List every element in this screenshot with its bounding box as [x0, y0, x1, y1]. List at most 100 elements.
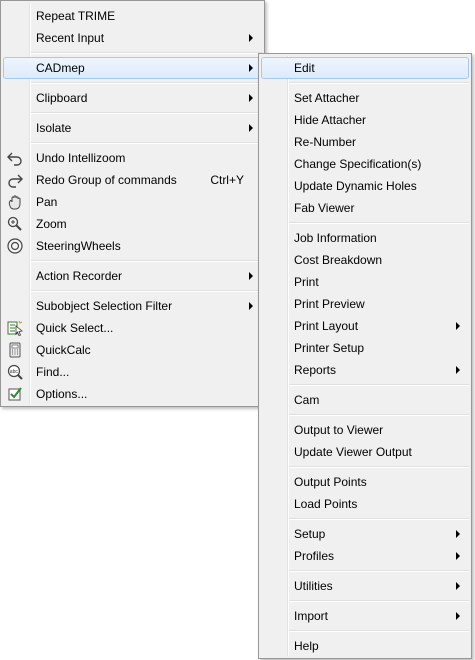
- menu-item-label: Subobject Selection Filter: [36, 299, 173, 313]
- menu-item-label: Cost Breakdown: [294, 253, 383, 267]
- menu-item-label: Undo Intellizoom: [36, 151, 126, 165]
- menu-item-edit[interactable]: Edit: [261, 57, 469, 79]
- menu-item-repeat-trime[interactable]: Repeat TRIME: [3, 5, 262, 27]
- menu-item-utilities[interactable]: Utilities: [261, 575, 469, 597]
- menu-item-label: Fab Viewer: [294, 201, 355, 215]
- separator: [31, 112, 262, 114]
- menu-item-label: Re-Number: [294, 135, 357, 149]
- shortcut-label: Ctrl+Y: [210, 173, 244, 187]
- menu-item-load-points[interactable]: Load Points: [261, 493, 469, 515]
- menu-item-action-recorder[interactable]: Action Recorder: [3, 265, 262, 287]
- menu-item-output-to-viewer[interactable]: Output to Viewer: [261, 419, 469, 441]
- menu-item-label: Change Specification(s): [294, 157, 422, 171]
- menu-item-label: Action Recorder: [36, 269, 123, 283]
- menu-item-zoom[interactable]: Zoom: [3, 213, 262, 235]
- menu-item-label: Quick Select...: [36, 321, 114, 335]
- menu-item-label: Print Preview: [294, 297, 365, 311]
- menu-item-hide-attacher[interactable]: Hide Attacher: [261, 109, 469, 131]
- menu-item-label: Update Viewer Output: [294, 445, 412, 459]
- menu-item-setup[interactable]: Setup: [261, 523, 469, 545]
- menu-item-label: Printer Setup: [294, 341, 365, 355]
- menu-item-recent-input[interactable]: Recent Input: [3, 27, 262, 49]
- separator: [289, 466, 469, 468]
- menu-item-options[interactable]: Options...: [3, 383, 262, 405]
- menu-item-reports[interactable]: Reports: [261, 359, 469, 381]
- menu-item-quickcalc[interactable]: QuickCalc: [3, 339, 262, 361]
- menu-item-cost-breakdown[interactable]: Cost Breakdown: [261, 249, 469, 271]
- menu-item-isolate[interactable]: Isolate: [3, 117, 262, 139]
- menu-item-label: Hide Attacher: [294, 113, 367, 127]
- steering-wheel-icon: [6, 237, 24, 255]
- menu-item-label: Recent Input: [36, 31, 105, 45]
- menu-item-label: Clipboard: [36, 91, 88, 105]
- submenu-arrow-icon: [249, 302, 253, 310]
- menu-item-pan[interactable]: Pan: [3, 191, 262, 213]
- menu-item-find[interactable]: abc Find...: [3, 361, 262, 383]
- menu-item-label: Output to Viewer: [294, 423, 384, 437]
- svg-text:abc: abc: [10, 369, 19, 375]
- separator: [31, 142, 262, 144]
- menu-item-help[interactable]: Help: [261, 635, 469, 657]
- menu-item-label: Import: [294, 609, 329, 623]
- submenu-arrow-icon: [456, 366, 460, 374]
- submenu-arrow-icon: [456, 552, 460, 560]
- menu-item-job-information[interactable]: Job Information: [261, 227, 469, 249]
- menu-item-label: Load Points: [294, 497, 358, 511]
- menu-item-print-layout[interactable]: Print Layout: [261, 315, 469, 337]
- menu-item-output-points[interactable]: Output Points: [261, 471, 469, 493]
- separator: [289, 222, 469, 224]
- menu-item-label: Job Information: [294, 231, 377, 245]
- separator: [289, 82, 469, 84]
- menu-item-label: Isolate: [36, 121, 72, 135]
- menu-item-label: QuickCalc: [36, 343, 91, 357]
- menu-item-label: Update Dynamic Holes: [294, 179, 417, 193]
- menu-item-steeringwheels[interactable]: SteeringWheels: [3, 235, 262, 257]
- separator: [31, 260, 262, 262]
- menu-item-import[interactable]: Import: [261, 605, 469, 627]
- menu-item-set-attacher[interactable]: Set Attacher: [261, 87, 469, 109]
- submenu-arrow-icon: [456, 582, 460, 590]
- menu-item-cam[interactable]: Cam: [261, 389, 469, 411]
- submenu-arrow-icon: [249, 272, 253, 280]
- undo-icon: [6, 149, 24, 167]
- menu-item-label: SteeringWheels: [36, 239, 121, 253]
- menu-item-update-viewer-output[interactable]: Update Viewer Output: [261, 441, 469, 463]
- cadmep-submenu: Edit Set Attacher Hide Attacher Re-Numbe…: [258, 53, 472, 659]
- menu-item-undo[interactable]: Undo Intellizoom: [3, 147, 262, 169]
- separator: [289, 414, 469, 416]
- menu-item-label: Repeat TRIME: [36, 9, 116, 23]
- menu-item-redo[interactable]: Redo Group of commands Ctrl+Y: [3, 169, 262, 191]
- menu-item-change-specification[interactable]: Change Specification(s): [261, 153, 469, 175]
- menu-item-label: CADmep: [36, 61, 85, 75]
- menu-item-label: Pan: [36, 195, 58, 209]
- menu-item-label: Set Attacher: [294, 91, 360, 105]
- separator: [289, 570, 469, 572]
- calculator-icon: [6, 341, 24, 359]
- menu-item-print[interactable]: Print: [261, 271, 469, 293]
- separator: [289, 518, 469, 520]
- menu-item-label: Find...: [36, 365, 70, 379]
- submenu-arrow-icon: [249, 94, 253, 102]
- separator: [289, 630, 469, 632]
- menu-item-label: Print: [294, 275, 319, 289]
- redo-icon: [6, 171, 24, 189]
- separator: [289, 600, 469, 602]
- menu-item-re-number[interactable]: Re-Number: [261, 131, 469, 153]
- menu-item-print-preview[interactable]: Print Preview: [261, 293, 469, 315]
- menu-item-cadmep[interactable]: CADmep: [3, 57, 262, 79]
- menu-item-subobject-filter[interactable]: Subobject Selection Filter: [3, 295, 262, 317]
- separator: [289, 384, 469, 386]
- separator: [31, 82, 262, 84]
- menu-item-label: Profiles: [294, 549, 335, 563]
- submenu-arrow-icon: [456, 612, 460, 620]
- menu-item-update-dynamic-holes[interactable]: Update Dynamic Holes: [261, 175, 469, 197]
- menu-item-clipboard[interactable]: Clipboard: [3, 87, 262, 109]
- menu-item-label: Edit: [294, 61, 315, 75]
- menu-item-fab-viewer[interactable]: Fab Viewer: [261, 197, 469, 219]
- menu-item-printer-setup[interactable]: Printer Setup: [261, 337, 469, 359]
- quick-select-icon: [6, 319, 24, 337]
- menu-item-quick-select[interactable]: Quick Select...: [3, 317, 262, 339]
- submenu-arrow-icon: [249, 124, 253, 132]
- menu-item-profiles[interactable]: Profiles: [261, 545, 469, 567]
- menu-item-label: Help: [294, 639, 319, 653]
